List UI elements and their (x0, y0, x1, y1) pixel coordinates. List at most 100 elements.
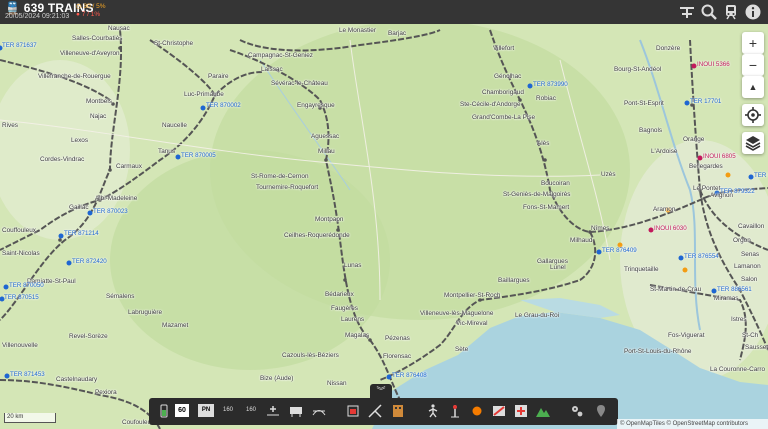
place-label: Faugères (331, 305, 358, 312)
ter-train-label[interactable]: TER 87932 (754, 172, 768, 179)
zoom-out-button[interactable]: − (742, 54, 764, 76)
ter-train-label[interactable]: TER 876409 (602, 247, 637, 254)
place-label: La Couronne-Carro (710, 366, 766, 373)
ter-train-label[interactable]: TER 876554 (684, 253, 719, 260)
ter-train-label[interactable]: TER 879322 (720, 188, 755, 195)
place-label: Le Monastier (339, 27, 376, 34)
search-icon[interactable] (700, 3, 718, 21)
map-attribution[interactable]: © OpenMapTiles © OpenStreetMap contribut… (617, 419, 768, 429)
place-label: Uzès (601, 171, 616, 178)
train-icon[interactable] (722, 3, 740, 21)
ter-train-label[interactable]: TER 871214 (64, 230, 99, 237)
place-label: Engayresque (297, 102, 335, 109)
place-label: St-Christophe (154, 40, 194, 47)
top-bar: 🚆 639 TRAINS 20/05/2024 09:21:03 ◷ 30 / … (0, 0, 768, 24)
battery-icon[interactable] (156, 403, 172, 419)
locate-button[interactable] (742, 104, 764, 126)
delay-minor-indicator: ◷ 30 / 5% (76, 3, 106, 10)
location-pin-icon[interactable] (593, 403, 609, 419)
place-label: Alès (537, 140, 550, 147)
station-board-icon[interactable] (288, 403, 304, 419)
place-label: Montbels (86, 98, 112, 105)
train-switch-icon[interactable] (678, 3, 696, 21)
place-label: Orgon (733, 237, 751, 244)
zoom-in-button[interactable]: + (742, 32, 764, 54)
inoui-train-label[interactable]: INOUI 6805 (703, 153, 736, 160)
place-label: Aguessac (311, 133, 340, 140)
place-label: Bellegardes (689, 163, 723, 170)
mountain-icon[interactable] (535, 403, 551, 419)
info-icon[interactable] (744, 3, 762, 21)
place-label: Salles-Courbatiès (72, 35, 123, 42)
bridge-icon[interactable] (311, 403, 327, 419)
platform-icon[interactable] (345, 403, 361, 419)
place-label: Nissan (327, 380, 347, 387)
place-label: Nausac (108, 25, 130, 32)
ter-train-label[interactable]: TER 870023 (93, 208, 128, 215)
place-label: Lexos (71, 137, 89, 144)
speed-160-button[interactable]: 160 (221, 404, 235, 417)
medical-icon[interactable] (513, 403, 529, 419)
place-label: Millau (318, 148, 335, 155)
place-label: Saint-Nicolas (2, 250, 40, 257)
ter-train-label[interactable]: TER 871453 (10, 371, 45, 378)
inoui-train-label[interactable]: INOUI 5366 (697, 61, 730, 68)
place-label: Port-St-Louis-du-Rhône (624, 348, 692, 355)
place-label: Salon (741, 276, 758, 283)
layers-button[interactable] (742, 132, 764, 154)
settings-gears-icon[interactable] (569, 403, 585, 419)
signal-mast-icon[interactable] (447, 403, 463, 419)
place-label: Miramas (714, 295, 739, 302)
speed-60-button[interactable]: 60 (175, 404, 189, 417)
place-label: Villeneuve-lès-Maguelone (420, 310, 494, 317)
place-label: Pexiora (95, 389, 117, 396)
place-label: Senas (741, 251, 760, 258)
ter-train-label[interactable]: TER 873990 (533, 81, 568, 88)
place-label: Chamborigaud (482, 89, 524, 96)
ter-train-label[interactable]: TER 886561 (717, 286, 752, 293)
switch-track-icon[interactable] (367, 403, 383, 419)
place-label: Couffouleux (2, 227, 36, 234)
building-icon[interactable] (390, 403, 406, 419)
place-label: Vic-Mireval (456, 320, 488, 327)
pedestrian-icon[interactable] (425, 403, 441, 419)
place-label: Robiac (536, 95, 556, 102)
place-label: Istres (731, 316, 747, 323)
speed-160-plus-button[interactable]: 160 (244, 404, 258, 417)
place-label: Cazouls-lès-Béziers (282, 352, 339, 359)
place-label: Bagnols (639, 127, 663, 134)
track-plus-icon[interactable] (265, 403, 281, 419)
toolbar-collapse-toggle[interactable]: ︾ (370, 384, 392, 398)
place-label: Tanus (158, 148, 176, 155)
level-crossing-button[interactable]: PN (198, 404, 214, 417)
place-label: Aramon (653, 206, 676, 213)
place-label: Cordes-Vindrac (40, 156, 85, 163)
place-label: Sète (455, 346, 469, 353)
ter-train-label[interactable]: TER 876408 (392, 372, 427, 379)
place-label: Villefranche-de-Rouergue (38, 73, 111, 80)
layers-icon (745, 136, 761, 151)
ter-train-label[interactable]: TER 871637 (2, 42, 37, 49)
place-label: St-Martin-de-Crau (650, 286, 702, 293)
ter-train-label[interactable]: TER 872420 (72, 258, 107, 265)
ter-train-label[interactable]: TER 870002 (206, 102, 241, 109)
ter-train-label[interactable]: TER 17701 (690, 98, 721, 105)
ter-train-label[interactable]: TER 870515 (4, 294, 39, 301)
crosshair-icon (745, 107, 761, 123)
delay-major-indicator: ● 7 / 1% (76, 11, 101, 18)
place-label: Campagnac-St-Geniez (248, 52, 314, 59)
place-label: Revel-Sorèze (69, 333, 108, 340)
place-label: Gaillac (69, 204, 89, 211)
orange-dot-icon[interactable] (469, 403, 485, 419)
place-label: Grand'Combe-La Pise (472, 114, 536, 121)
inoui-train-label[interactable]: INOUI 6030 (654, 225, 687, 232)
ter-train-label[interactable]: TER 870050 (9, 282, 44, 289)
place-label: Le Pontet (693, 185, 721, 192)
speed-restriction-icon[interactable] (491, 403, 507, 419)
ter-train-label[interactable]: TER 870005 (181, 152, 216, 159)
place-label: Cavaillon (738, 223, 765, 230)
place-label: Barjac (388, 30, 407, 37)
place-label: Castelnaudary (56, 376, 98, 383)
place-label: Le Grau-du-Roi (515, 312, 560, 319)
compass-north-button[interactable]: ▲ (742, 76, 764, 98)
